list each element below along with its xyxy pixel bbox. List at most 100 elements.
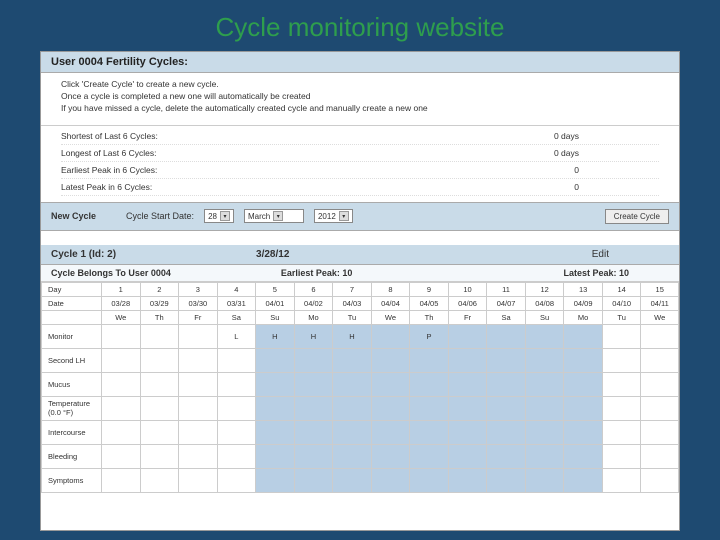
table-cell[interactable] bbox=[410, 468, 449, 492]
year-select[interactable]: 2012 ▾ bbox=[314, 209, 353, 223]
table-cell[interactable] bbox=[140, 324, 179, 348]
table-cell[interactable] bbox=[179, 324, 218, 348]
table-cell[interactable]: Th bbox=[140, 310, 179, 324]
table-cell[interactable]: Tu bbox=[333, 310, 372, 324]
table-cell[interactable]: L bbox=[217, 324, 256, 348]
table-cell[interactable]: Su bbox=[256, 310, 295, 324]
table-cell[interactable] bbox=[294, 348, 333, 372]
table-cell[interactable] bbox=[179, 372, 218, 396]
table-cell[interactable] bbox=[525, 444, 564, 468]
table-cell[interactable] bbox=[602, 372, 641, 396]
create-cycle-button[interactable]: Create Cycle bbox=[605, 209, 669, 224]
table-cell[interactable] bbox=[448, 396, 487, 420]
table-cell[interactable]: Sa bbox=[487, 310, 526, 324]
table-cell[interactable] bbox=[641, 420, 679, 444]
table-cell[interactable] bbox=[487, 348, 526, 372]
table-cell[interactable] bbox=[102, 420, 141, 444]
table-cell[interactable] bbox=[448, 468, 487, 492]
table-cell[interactable]: H bbox=[294, 324, 333, 348]
table-cell[interactable] bbox=[217, 468, 256, 492]
table-cell[interactable] bbox=[525, 420, 564, 444]
table-cell[interactable] bbox=[256, 420, 295, 444]
table-cell[interactable] bbox=[140, 348, 179, 372]
table-cell[interactable]: P bbox=[410, 324, 449, 348]
table-cell[interactable]: We bbox=[371, 310, 410, 324]
table-cell[interactable]: 7 bbox=[333, 282, 372, 296]
table-cell[interactable] bbox=[333, 372, 372, 396]
table-cell[interactable]: 04/09 bbox=[564, 296, 603, 310]
table-cell[interactable] bbox=[564, 444, 603, 468]
table-cell[interactable]: H bbox=[256, 324, 295, 348]
table-cell[interactable] bbox=[333, 444, 372, 468]
table-cell[interactable] bbox=[410, 396, 449, 420]
table-cell[interactable] bbox=[333, 420, 372, 444]
table-cell[interactable]: 4 bbox=[217, 282, 256, 296]
table-cell[interactable] bbox=[564, 396, 603, 420]
table-cell[interactable] bbox=[294, 420, 333, 444]
table-cell[interactable] bbox=[641, 468, 679, 492]
table-cell[interactable] bbox=[410, 348, 449, 372]
table-cell[interactable] bbox=[525, 348, 564, 372]
table-cell[interactable] bbox=[371, 396, 410, 420]
table-cell[interactable]: 03/29 bbox=[140, 296, 179, 310]
table-cell[interactable] bbox=[294, 468, 333, 492]
table-cell[interactable] bbox=[371, 420, 410, 444]
table-cell[interactable]: 1 bbox=[102, 282, 141, 296]
table-cell[interactable]: Su bbox=[525, 310, 564, 324]
table-cell[interactable]: We bbox=[641, 310, 679, 324]
table-cell[interactable]: 8 bbox=[371, 282, 410, 296]
table-cell[interactable] bbox=[487, 396, 526, 420]
table-cell[interactable] bbox=[179, 444, 218, 468]
table-cell[interactable]: 03/30 bbox=[179, 296, 218, 310]
table-cell[interactable] bbox=[179, 468, 218, 492]
table-cell[interactable]: Th bbox=[410, 310, 449, 324]
table-cell[interactable] bbox=[448, 348, 487, 372]
table-cell[interactable] bbox=[371, 372, 410, 396]
table-cell[interactable]: 04/08 bbox=[525, 296, 564, 310]
table-cell[interactable]: 3 bbox=[179, 282, 218, 296]
table-cell[interactable] bbox=[140, 420, 179, 444]
table-cell[interactable]: 04/03 bbox=[333, 296, 372, 310]
table-cell[interactable]: 14 bbox=[602, 282, 641, 296]
table-cell[interactable] bbox=[140, 372, 179, 396]
table-cell[interactable] bbox=[102, 468, 141, 492]
table-cell[interactable] bbox=[371, 348, 410, 372]
table-cell[interactable]: 11 bbox=[487, 282, 526, 296]
table-cell[interactable] bbox=[371, 468, 410, 492]
table-cell[interactable] bbox=[487, 372, 526, 396]
table-cell[interactable] bbox=[140, 468, 179, 492]
table-cell[interactable]: 13 bbox=[564, 282, 603, 296]
table-cell[interactable] bbox=[102, 444, 141, 468]
table-cell[interactable]: Sa bbox=[217, 310, 256, 324]
table-cell[interactable]: 12 bbox=[525, 282, 564, 296]
table-cell[interactable] bbox=[602, 324, 641, 348]
table-cell[interactable] bbox=[487, 420, 526, 444]
table-cell[interactable]: 2 bbox=[140, 282, 179, 296]
table-cell[interactable] bbox=[564, 372, 603, 396]
table-cell[interactable]: Tu bbox=[602, 310, 641, 324]
table-cell[interactable] bbox=[410, 372, 449, 396]
table-cell[interactable] bbox=[641, 372, 679, 396]
table-cell[interactable] bbox=[256, 444, 295, 468]
day-select[interactable]: 28 ▾ bbox=[204, 209, 234, 223]
table-cell[interactable] bbox=[256, 348, 295, 372]
table-cell[interactable] bbox=[140, 444, 179, 468]
table-cell[interactable]: Mo bbox=[294, 310, 333, 324]
table-cell[interactable] bbox=[217, 396, 256, 420]
table-cell[interactable] bbox=[448, 372, 487, 396]
table-cell[interactable] bbox=[102, 372, 141, 396]
table-cell[interactable]: 03/31 bbox=[217, 296, 256, 310]
table-cell[interactable] bbox=[371, 444, 410, 468]
table-cell[interactable] bbox=[448, 324, 487, 348]
table-cell[interactable] bbox=[602, 420, 641, 444]
table-cell[interactable] bbox=[179, 348, 218, 372]
table-cell[interactable] bbox=[294, 444, 333, 468]
table-cell[interactable] bbox=[217, 372, 256, 396]
table-cell[interactable] bbox=[256, 468, 295, 492]
table-cell[interactable] bbox=[179, 420, 218, 444]
table-cell[interactable] bbox=[140, 396, 179, 420]
table-cell[interactable]: We bbox=[102, 310, 141, 324]
table-cell[interactable] bbox=[564, 348, 603, 372]
table-cell[interactable] bbox=[333, 396, 372, 420]
table-cell[interactable] bbox=[602, 468, 641, 492]
